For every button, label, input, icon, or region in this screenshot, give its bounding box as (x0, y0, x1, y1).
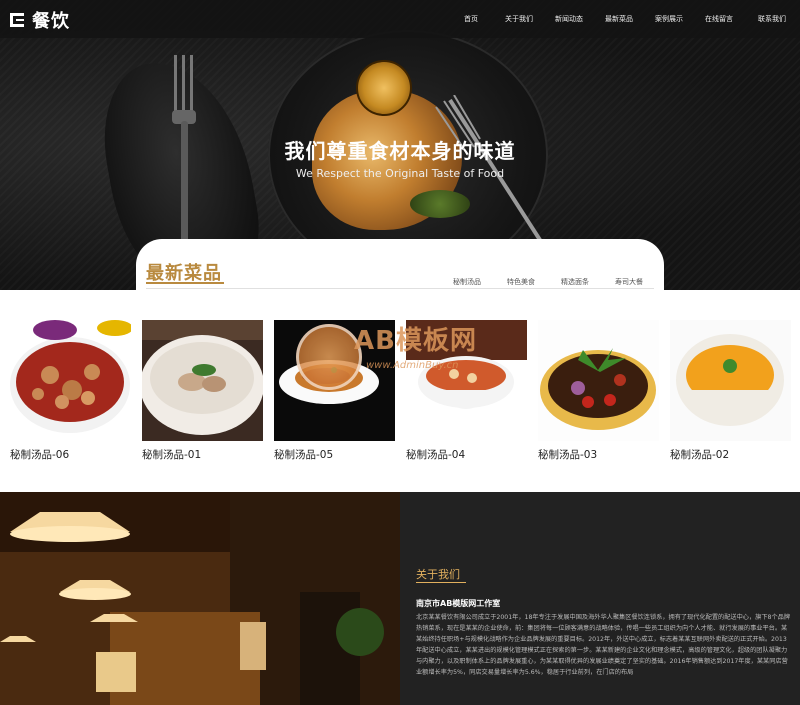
menu-title-underline (146, 282, 224, 284)
site-logo[interactable]: 餐饮 (8, 7, 70, 33)
about-title: 关于我们 (416, 568, 460, 581)
dish-name[interactable]: 秘制汤品-01 (142, 447, 263, 462)
dish-image[interactable] (274, 320, 395, 441)
nav-contact[interactable]: 联系我们 (744, 0, 800, 38)
about-section: 关于我们 南京市AB模版网工作室 北京某某餐饮有限公司成立于2001年，18年专… (0, 492, 800, 705)
dish-name[interactable]: 秘制汤品-02 (670, 447, 791, 462)
hero-lemon-image (356, 60, 412, 116)
dish-card[interactable]: 秘制汤品-04 (406, 320, 527, 462)
about-title-underline (416, 582, 466, 583)
main-nav: 首页 关于我们 新闻动态 最新菜品 案例展示 在线留言 联系我们 (448, 0, 800, 38)
dish-image[interactable] (10, 320, 131, 441)
hero-subtitle: We Respect the Original Taste of Food (295, 167, 505, 180)
about-description: 北京某某餐饮有限公司成立于2001年，18年专注于发展中国及海外华人聚集区餐饮连… (416, 614, 791, 676)
about-company-name: 南京市AB模版网工作室 (416, 599, 501, 608)
menu-tabs: 秘制汤品 特色美食 精选面条 寿司大餐 (440, 277, 656, 287)
about-text-block: 关于我们 南京市AB模版网工作室 北京某某餐饮有限公司成立于2001年，18年专… (416, 492, 796, 705)
dish-card[interactable]: 秘制汤品-03 (538, 320, 659, 462)
nav-message[interactable]: 在线留言 (694, 0, 744, 38)
nav-cases[interactable]: 案例展示 (644, 0, 694, 38)
dish-name[interactable]: 秘制汤品-04 (406, 447, 527, 462)
dish-name[interactable]: 秘制汤品-03 (538, 447, 659, 462)
top-navigation-bar: 餐饮 首页 关于我们 新闻动态 最新菜品 案例展示 在线留言 联系我们 (0, 0, 800, 38)
tab-sushi[interactable]: 寿司大餐 (602, 277, 656, 287)
tab-specialty-food[interactable]: 特色美食 (494, 277, 548, 287)
dish-image[interactable] (142, 320, 263, 441)
nav-home[interactable]: 首页 (448, 0, 494, 38)
nav-news[interactable]: 新闻动态 (544, 0, 594, 38)
dish-card[interactable]: 秘制汤品-02 (670, 320, 791, 462)
dish-card[interactable]: 秘制汤品-05 (274, 320, 395, 462)
hero-title: 我们尊重食材本身的味道 (284, 139, 516, 163)
dish-name[interactable]: 秘制汤品-06 (10, 447, 131, 462)
about-restaurant-photo (0, 492, 400, 705)
dish-image[interactable] (670, 320, 791, 441)
dish-list: 秘制汤品-06 秘制汤品-01 秘制汤品-05 秘制汤品-04 秘制汤品-03 … (10, 320, 791, 462)
dish-card[interactable]: 秘制汤品-06 (10, 320, 131, 462)
dish-image[interactable] (538, 320, 659, 441)
menu-divider (146, 288, 654, 289)
logo-text: 餐饮 (32, 11, 70, 32)
dish-card[interactable]: 秘制汤品-01 (142, 320, 263, 462)
tab-secret-soup[interactable]: 秘制汤品 (440, 277, 494, 287)
nav-dishes[interactable]: 最新菜品 (594, 0, 644, 38)
dish-name[interactable]: 秘制汤品-05 (274, 447, 395, 462)
logo-mark-icon (10, 13, 24, 27)
tab-noodles[interactable]: 精选面条 (548, 277, 602, 287)
dish-image[interactable] (406, 320, 527, 441)
nav-about[interactable]: 关于我们 (494, 0, 544, 38)
